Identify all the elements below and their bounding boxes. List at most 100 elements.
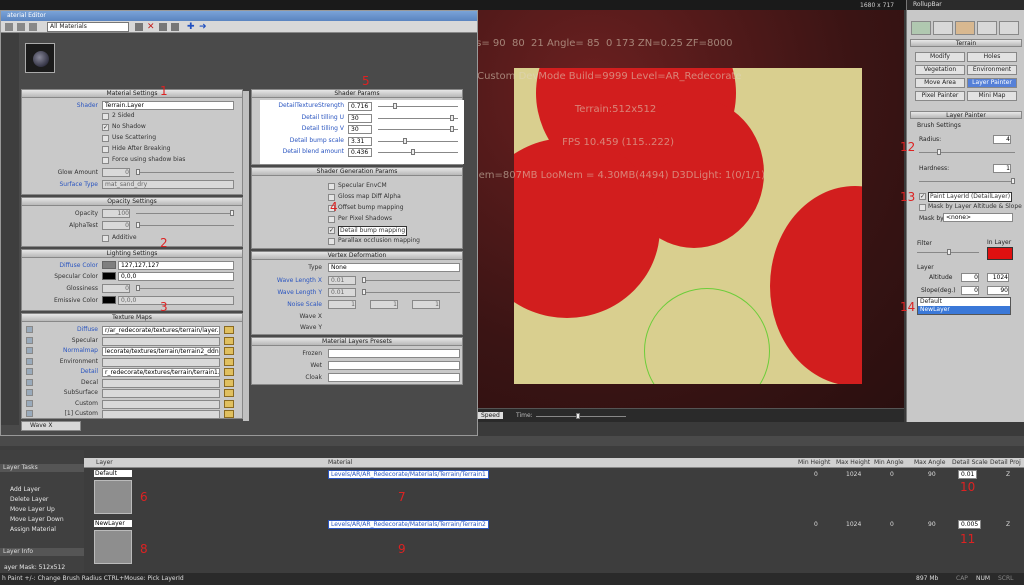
perspective-viewport[interactable]: os= 90 80 21 Angle= 85 0 173 ZN=0.25 ZF=… <box>460 10 904 408</box>
col-layer[interactable]: Layer <box>96 459 113 466</box>
shader-param-slider-thumb[interactable] <box>411 149 416 155</box>
refresh-icon[interactable] <box>29 23 37 31</box>
paint-layerid-checkbox[interactable]: ✓ <box>919 193 926 200</box>
time-slider[interactable] <box>536 413 626 419</box>
lighting-settings-header[interactable]: Lighting Settings <box>22 250 242 258</box>
col-detail-scale[interactable]: Detail Scale <box>952 459 988 466</box>
surface-type-select[interactable]: mat_sand_dry <box>102 180 234 189</box>
texture-path-input[interactable]: r_redecorate/textures/terrain/terrain1.d… <box>102 368 220 377</box>
col-detail-proj[interactable]: Detail Proj <box>990 459 1021 466</box>
vegetation-button[interactable]: Vegetation <box>915 65 965 75</box>
modify-button[interactable]: Modify <box>915 52 965 62</box>
shader-param-input[interactable]: 30 <box>348 125 372 134</box>
texture-path-input[interactable]: lecorate/textures/terrain/terrain2_ddn.d… <box>102 347 220 356</box>
shader-param-slider-thumb[interactable] <box>450 126 455 132</box>
radius-slider-thumb[interactable] <box>937 149 941 155</box>
hardness-input[interactable]: 1 <box>993 164 1011 173</box>
altitude-min-input[interactable]: 0 <box>961 273 979 282</box>
add-material-icon[interactable] <box>135 23 143 31</box>
delete-material-icon[interactable]: ✕ <box>147 22 155 32</box>
noise-scale-y-input[interactable]: 1 <box>370 300 398 309</box>
objects-tab-icon[interactable] <box>911 21 931 35</box>
no-shadow-checkbox[interactable]: ✓ <box>102 124 109 131</box>
radius-slider[interactable] <box>919 149 1015 155</box>
wave-y-slider[interactable] <box>362 289 460 295</box>
hide-after-breaking-checkbox[interactable] <box>102 146 109 153</box>
wave-x-slider[interactable] <box>362 277 460 283</box>
radius-input[interactable]: 4 <box>993 135 1011 144</box>
glossiness-input[interactable]: 0 <box>102 284 130 293</box>
specular-color-swatch[interactable] <box>102 272 116 280</box>
texture-path-input[interactable] <box>102 399 220 409</box>
browse-folder-icon[interactable] <box>224 399 234 408</box>
assign-icon[interactable]: ➜ <box>199 22 207 32</box>
layer-list-item-newlayer[interactable]: NewLayer <box>918 306 1010 314</box>
shader-param-slider[interactable] <box>378 126 458 132</box>
shader-param-slider[interactable] <box>378 137 458 144</box>
glow-slider[interactable] <box>136 169 234 175</box>
layer-material-link[interactable]: Levels/AR/AR_Redecorate/Materials/Terrai… <box>328 470 489 479</box>
opacity-settings-header[interactable]: Opacity Settings <box>22 198 242 206</box>
emissive-color-swatch[interactable] <box>102 296 116 304</box>
shader-select[interactable]: Terrain.Layer <box>102 101 234 110</box>
texture-path-input[interactable] <box>102 378 220 388</box>
opacity-slider-thumb[interactable] <box>230 210 234 216</box>
save-icon[interactable] <box>17 23 25 31</box>
terrain-section-header[interactable]: Terrain <box>910 39 1022 47</box>
preset-frozen-select[interactable] <box>328 349 460 358</box>
preset-cloak-select[interactable] <box>328 373 460 382</box>
shader-generation-header[interactable]: Shader Generation Params <box>252 168 462 176</box>
browse-folder-icon[interactable] <box>224 336 234 345</box>
pick-icon[interactable]: ✚ <box>187 22 195 32</box>
texture-maps-header[interactable]: Texture Maps <box>22 314 242 322</box>
preset-wet-select[interactable] <box>328 361 460 370</box>
shader-param-input[interactable]: 0.716 <box>348 102 372 111</box>
browse-folder-icon[interactable] <box>224 368 234 376</box>
shader-gen-checkbox[interactable]: ✓ <box>328 227 335 234</box>
layer-list[interactable]: Default NewLayer <box>917 297 1011 315</box>
shader-param-input[interactable]: 0.436 <box>348 148 372 157</box>
shader-param-slider-thumb[interactable] <box>393 103 398 109</box>
folder-icon[interactable] <box>5 23 13 31</box>
material-settings-header[interactable]: Material Settings <box>22 90 242 98</box>
holes-button[interactable]: Holes <box>967 52 1017 62</box>
detail-proj-cell[interactable]: Z <box>1006 471 1010 478</box>
col-max-angle[interactable]: Max Angle <box>914 459 945 466</box>
deform-type-select[interactable]: None <box>328 263 460 272</box>
browse-folder-icon[interactable] <box>224 347 234 355</box>
browse-folder-icon[interactable] <box>224 389 234 397</box>
move-layer-down-link[interactable]: Move Layer Down <box>10 516 64 523</box>
min-angle-cell[interactable]: 0 <box>890 471 894 478</box>
hardness-slider[interactable] <box>919 178 1015 184</box>
terrain-tab-icon[interactable] <box>933 21 953 35</box>
wave-y-label[interactable]: Wave Y <box>252 324 322 332</box>
texture-path-input[interactable] <box>102 357 220 367</box>
shader-param-slider-thumb[interactable] <box>403 137 408 144</box>
diffuse-color-input[interactable]: 127,127,127 <box>118 261 234 270</box>
texture-path-input[interactable]: r/ar_redecorate/textures/terrain/layer.d… <box>102 326 220 335</box>
glossiness-slider-thumb[interactable] <box>136 285 140 291</box>
delete-layer-link[interactable]: Delete Layer <box>10 496 48 503</box>
mask-by-select[interactable]: <none> <box>943 213 1013 222</box>
shader-param-slider[interactable] <box>378 149 458 155</box>
min-height-cell[interactable]: 0 <box>814 521 818 528</box>
max-angle-cell[interactable]: 90 <box>928 521 936 528</box>
vertex-deformation-header[interactable]: Vertex Deformation <box>252 252 462 260</box>
material-tree[interactable] <box>1 33 19 425</box>
layer-painter-button[interactable]: Layer Painter <box>967 78 1017 88</box>
paste-icon[interactable] <box>171 23 179 31</box>
shader-param-input[interactable]: 30 <box>348 113 372 123</box>
texture-path-input[interactable] <box>102 336 220 346</box>
layers-tab-icon[interactable] <box>999 21 1019 35</box>
use-scattering-checkbox[interactable] <box>102 135 109 142</box>
alphatest-slider[interactable] <box>136 222 234 228</box>
detail-scale-cell[interactable]: 0.01 <box>958 470 978 479</box>
time-slider-thumb[interactable] <box>576 413 580 419</box>
shader-gen-checkbox[interactable] <box>328 216 335 223</box>
layer-painter-header[interactable]: Layer Painter <box>910 111 1022 119</box>
browse-folder-icon[interactable] <box>224 378 234 387</box>
noise-scale-z-input[interactable]: 1 <box>412 300 440 309</box>
wave-length-x-input[interactable]: 0.01 <box>328 276 356 285</box>
wave-y-slider-thumb[interactable] <box>362 289 366 295</box>
shader-gen-checkbox[interactable] <box>328 183 335 190</box>
